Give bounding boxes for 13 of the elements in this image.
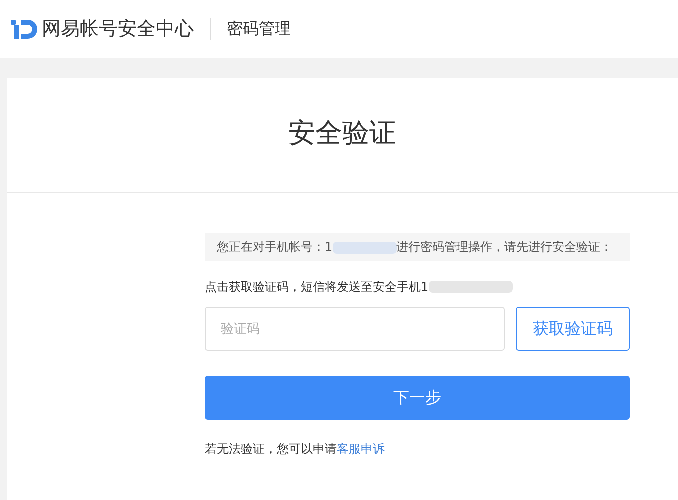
section-title: 密码管理	[227, 18, 291, 40]
notice-text: 进行密码管理操作，请先进行安全验证：	[396, 240, 613, 254]
footer-text: 若无法验证，您可以申请	[205, 441, 337, 458]
notice-text: 您正在对手机帐号：1	[217, 240, 333, 254]
next-button[interactable]: 下一步	[205, 376, 630, 420]
get-code-button[interactable]: 获取验证码	[516, 307, 630, 351]
code-input[interactable]: 验证码	[205, 307, 505, 351]
redaction-mark	[332, 242, 397, 254]
sms-hint: 点击获取验证码，短信将发送至安全手机1	[205, 279, 429, 296]
appeal-link[interactable]: 客服申诉	[337, 440, 385, 458]
logo-icon	[10, 18, 40, 40]
page-title: 安全验证	[288, 116, 396, 151]
brand-name: 网易帐号安全中心	[42, 16, 194, 42]
